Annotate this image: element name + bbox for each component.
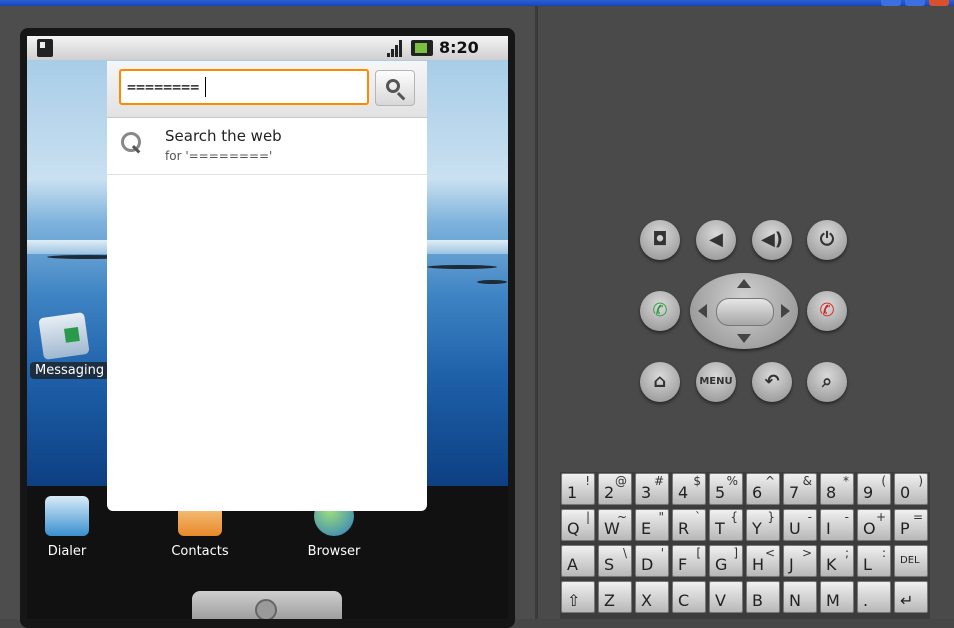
key[interactable]: E "	[635, 509, 669, 541]
dialer-icon	[45, 496, 89, 536]
menu-button[interactable]: MENU	[696, 362, 736, 402]
key[interactable]: 7 &	[783, 473, 817, 505]
key[interactable]: B	[746, 581, 780, 613]
suggestion-subtitle: for '========'	[165, 149, 273, 163]
search-suggestion[interactable]: Search the web for '========'	[107, 118, 427, 175]
key[interactable]: I-	[820, 509, 854, 541]
call-button[interactable]: ✆	[640, 291, 680, 331]
key[interactable]: O +	[857, 509, 891, 541]
volume-down-icon: ◀	[709, 229, 723, 250]
key[interactable]: 0)	[894, 473, 928, 505]
suggestion-search-icon	[121, 132, 141, 152]
volume-up-button[interactable]: ◀)	[752, 220, 792, 260]
volume-down-button[interactable]: ◀	[696, 220, 736, 260]
back-icon: ↶	[764, 371, 780, 392]
search-icon	[386, 79, 400, 93]
power-button[interactable]: ⏻	[807, 220, 847, 260]
home-button[interactable]: ⌂	[640, 362, 680, 402]
signal-icon	[387, 40, 405, 57]
dpad-up-icon[interactable]	[737, 279, 751, 288]
phone-screen[interactable]: 8:20 PM Messaging Dialer Contacts Browse…	[27, 36, 508, 619]
contacts-label: Contacts	[171, 544, 229, 559]
wallpaper-island	[477, 280, 507, 284]
back-button[interactable]: ↶	[752, 362, 792, 402]
enter-key[interactable]: ↵	[894, 581, 928, 613]
dpad-center[interactable]	[716, 298, 774, 326]
search-dialog: Search the web for '========'	[107, 61, 427, 511]
camera-icon: ◘	[652, 229, 668, 250]
key[interactable]: 5%	[709, 473, 743, 505]
menu-label: MENU	[699, 376, 733, 387]
key[interactable]: M	[820, 581, 854, 613]
key[interactable]: 2 @	[598, 473, 632, 505]
key[interactable]: J >	[783, 545, 817, 577]
key[interactable]: 8 *	[820, 473, 854, 505]
text-cursor	[205, 77, 206, 97]
search-button[interactable]	[375, 70, 415, 106]
camera-button[interactable]: ◘	[640, 220, 680, 260]
app-drawer-handle[interactable]	[192, 591, 342, 619]
status-bar[interactable]: 8:20 PM	[27, 36, 508, 77]
dpad[interactable]	[690, 273, 798, 349]
key[interactable]: 4 $	[672, 473, 706, 505]
hardware-keyboard: 1! 2 @ 3 # 4 $ 5% 6 ^ 7 & 8 * 9( 0) Q | W ~ E " R…	[560, 472, 930, 619]
sim-card-icon	[37, 39, 53, 57]
key[interactable]: Q |	[561, 509, 595, 541]
key[interactable]: K;	[820, 545, 854, 577]
key[interactable]: D '	[635, 545, 669, 577]
search-hw-button[interactable]: ⌕	[807, 362, 847, 402]
suggestion-title: Search the web	[165, 127, 282, 145]
key[interactable]: S \	[598, 545, 632, 577]
panel-divider	[535, 6, 538, 619]
drawer-arrow-icon	[255, 599, 277, 619]
search-hw-icon: ⌕	[821, 371, 833, 392]
battery-icon	[411, 40, 433, 56]
browser-label: Browser	[307, 544, 361, 559]
key[interactable]: C	[672, 581, 706, 613]
messaging-label[interactable]: Messaging	[30, 362, 110, 379]
end-call-icon: ✆	[819, 300, 835, 321]
key[interactable]: 6 ^	[746, 473, 780, 505]
key[interactable]: 9(	[857, 473, 891, 505]
wallpaper-island	[427, 265, 497, 269]
dpad-down-icon[interactable]	[737, 334, 751, 343]
key[interactable]: W ~	[598, 509, 632, 541]
key[interactable]: 3 #	[635, 473, 669, 505]
dialer-label: Dialer	[47, 544, 87, 559]
dpad-left-icon[interactable]	[698, 304, 707, 318]
key[interactable]: .	[857, 581, 891, 613]
key[interactable]: H <	[746, 545, 780, 577]
volume-up-icon: ◀)	[760, 229, 784, 250]
power-icon: ⏻	[819, 229, 835, 250]
key[interactable]: V	[709, 581, 743, 613]
key[interactable]: U-	[783, 509, 817, 541]
search-header	[107, 61, 427, 118]
search-input[interactable]	[119, 69, 369, 105]
key[interactable]: N	[783, 581, 817, 613]
call-icon: ✆	[652, 300, 668, 321]
key[interactable]: A	[561, 545, 595, 577]
dpad-right-icon[interactable]	[781, 304, 790, 318]
key[interactable]: T{	[709, 509, 743, 541]
key[interactable]: G]	[709, 545, 743, 577]
messaging-icon[interactable]	[38, 312, 90, 360]
key[interactable]: F[	[672, 545, 706, 577]
shift-key[interactable]: ⇧	[561, 581, 595, 613]
key[interactable]: Z	[598, 581, 632, 613]
home-icon: ⌂	[653, 371, 667, 392]
key[interactable]: L:	[857, 545, 891, 577]
key[interactable]: X	[635, 581, 669, 613]
key[interactable]: 1!	[561, 473, 595, 505]
delete-key[interactable]: DEL	[894, 545, 928, 577]
key[interactable]: P =	[894, 509, 928, 541]
dialer-app[interactable]: Dialer	[35, 496, 99, 559]
end-call-button[interactable]: ✆	[807, 291, 847, 331]
key[interactable]: Y}	[746, 509, 780, 541]
key[interactable]: R `	[672, 509, 706, 541]
